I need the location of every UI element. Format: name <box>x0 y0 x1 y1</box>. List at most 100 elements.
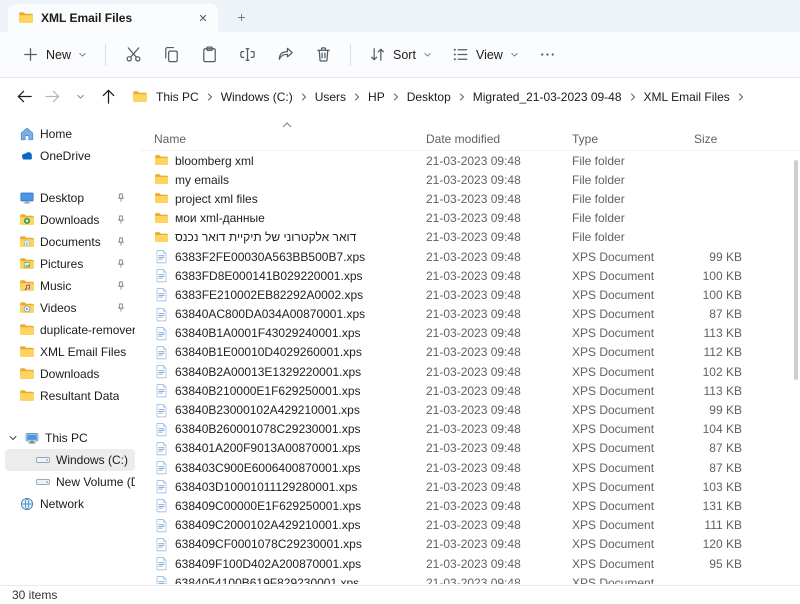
sidebar-item[interactable]: Network <box>5 493 135 515</box>
file-name: 63840B260001078C29230001.xps <box>175 422 361 436</box>
file-row[interactable]: 6383FD8E000141B029220001.xps21-03-2023 0… <box>140 266 800 285</box>
file-row[interactable]: 6383F2FE00030A563BB500B7.xps21-03-2023 0… <box>140 247 800 266</box>
paste-button[interactable] <box>191 38 227 72</box>
sidebar-item[interactable]: Desktop <box>5 187 135 209</box>
file-row[interactable]: 638403C900E6006400870001.xps21-03-2023 0… <box>140 458 800 477</box>
new-tab-button[interactable] <box>228 4 254 30</box>
delete-button[interactable] <box>305 38 341 72</box>
recent-locations-button[interactable] <box>66 83 94 111</box>
folder-icon <box>154 172 169 187</box>
breadcrumb-item[interactable]: Migrated_21-03-2023 09-48 <box>469 87 626 107</box>
file-row[interactable]: project xml files21-03-2023 09:48File fo… <box>140 189 800 208</box>
sidebar-item[interactable]: New Volume (D:) <box>5 471 135 493</box>
file-type: File folder <box>572 211 694 225</box>
xps-icon <box>154 518 169 533</box>
file-type: XPS Document <box>572 403 694 417</box>
column-headers: Name Date modified Type Size <box>140 128 800 151</box>
breadcrumb-item[interactable]: HP <box>364 87 389 107</box>
new-button[interactable]: New <box>12 38 97 71</box>
vertical-scrollbar[interactable] <box>794 160 798 380</box>
file-date-modified: 21-03-2023 09:48 <box>426 384 572 398</box>
downloads-icon <box>19 212 35 228</box>
file-row[interactable]: 63840B23000102A429210001.xps21-03-2023 0… <box>140 400 800 419</box>
file-list: bloomberg xml21-03-2023 09:48File folder… <box>140 151 800 584</box>
file-row[interactable]: bloomberg xml21-03-2023 09:48File folder <box>140 151 800 170</box>
file-type: XPS Document <box>572 250 694 264</box>
sort-ascending-indicator <box>280 119 294 129</box>
sort-button[interactable]: Sort <box>359 38 442 71</box>
chevron-down-icon[interactable] <box>7 432 19 444</box>
plus-icon <box>21 45 40 64</box>
file-row[interactable]: 63840B1A0001F43029240001.xps21-03-2023 0… <box>140 324 800 343</box>
file-row[interactable]: 638409C00000E1F629250001.xps21-03-2023 0… <box>140 496 800 515</box>
file-row[interactable]: 63840B2A00013E1329220001.xps21-03-2023 0… <box>140 362 800 381</box>
sidebar-item[interactable]: OneDrive <box>5 145 135 167</box>
file-type: XPS Document <box>572 307 694 321</box>
file-row[interactable]: 638409F100D402A200870001.xps21-03-2023 0… <box>140 554 800 573</box>
file-row[interactable]: 63840B210000E1F629250001.xps21-03-2023 0… <box>140 381 800 400</box>
back-button[interactable] <box>10 83 38 111</box>
file-type: XPS Document <box>572 422 694 436</box>
file-row[interactable]: 638409C2000102A429210001.xps21-03-2023 0… <box>140 516 800 535</box>
view-button[interactable]: View <box>442 38 529 71</box>
file-row[interactable]: 63840B1E00010D4029260001.xps21-03-2023 0… <box>140 343 800 362</box>
sidebar-item[interactable]: Music <box>5 275 135 297</box>
sidebar-item[interactable]: Pictures <box>5 253 135 275</box>
file-row[interactable]: 638409CF0001078C29230001.xps21-03-2023 0… <box>140 535 800 554</box>
column-header-type[interactable]: Type <box>572 132 694 146</box>
tab-close-icon[interactable]: ✕ <box>194 9 212 27</box>
sidebar-item-label: Music <box>40 279 71 293</box>
sidebar-item[interactable]: XML Email Files <box>5 341 135 363</box>
cut-button[interactable] <box>115 38 151 72</box>
status-bar: 30 items <box>0 585 800 604</box>
file-row[interactable]: 63840B260001078C29230001.xps21-03-2023 0… <box>140 420 800 439</box>
file-row[interactable]: 6384054100B619F829230001.xps21-03-2023 0… <box>140 573 800 584</box>
file-date-modified: 21-03-2023 09:48 <box>426 211 572 225</box>
forward-button[interactable] <box>38 83 66 111</box>
xps-icon <box>154 249 169 264</box>
view-icon <box>451 45 470 64</box>
column-header-name[interactable]: Name <box>154 132 426 146</box>
breadcrumb-item[interactable]: This PC <box>152 87 203 107</box>
file-type: XPS Document <box>572 288 694 302</box>
sidebar-item[interactable]: Videos <box>5 297 135 319</box>
view-button-label: View <box>476 48 503 62</box>
sidebar-item-label: duplicate-remover <box>40 323 135 337</box>
file-name: 63840B1E00010D4029260001.xps <box>175 345 362 359</box>
file-date-modified: 21-03-2023 09:48 <box>426 154 572 168</box>
file-row[interactable]: 63840AC800DA034A00870001.xps21-03-2023 0… <box>140 305 800 324</box>
sidebar-item-label: Downloads <box>40 213 99 227</box>
folder-icon <box>154 211 169 226</box>
file-row[interactable]: my emails21-03-2023 09:48File folder <box>140 170 800 189</box>
command-toolbar: New Sort View <box>0 32 800 78</box>
copy-button[interactable] <box>153 38 189 72</box>
rename-button[interactable] <box>229 38 265 72</box>
breadcrumb-item[interactable]: Windows (C:) <box>217 87 297 107</box>
file-size: 87 KB <box>694 441 768 455</box>
sidebar-item[interactable]: Downloads <box>5 363 135 385</box>
file-row[interactable]: 638401A200F9013A00870001.xps21-03-2023 0… <box>140 439 800 458</box>
column-header-size[interactable]: Size <box>694 132 768 146</box>
sidebar-item[interactable]: duplicate-remover <box>5 319 135 341</box>
tab-xml-email-files[interactable]: XML Email Files ✕ <box>8 4 218 32</box>
breadcrumb-item[interactable]: Users <box>311 87 350 107</box>
breadcrumb-item[interactable]: XML Email Files <box>640 87 734 107</box>
file-date-modified: 21-03-2023 09:48 <box>426 461 572 475</box>
up-button[interactable] <box>94 83 122 111</box>
file-row[interactable]: 638403D10001011129280001.xps21-03-2023 0… <box>140 477 800 496</box>
sidebar-item[interactable]: Home <box>5 123 135 145</box>
file-name: project xml files <box>175 192 258 206</box>
file-row[interactable]: דואר אלקטרוני של תיקיית דואר נכנס21-03-2… <box>140 228 800 247</box>
more-options-button[interactable] <box>530 38 566 72</box>
toolbar-separator <box>105 44 106 66</box>
file-row[interactable]: 6383FE210002EB82292A0002.xps21-03-2023 0… <box>140 285 800 304</box>
breadcrumb-item[interactable]: Desktop <box>403 87 455 107</box>
sidebar-item[interactable]: Documents <box>5 231 135 253</box>
column-header-date-modified[interactable]: Date modified <box>426 132 572 146</box>
file-row[interactable]: мои xml-данные21-03-2023 09:48File folde… <box>140 209 800 228</box>
sidebar-item[interactable]: This PC <box>5 427 135 449</box>
share-button[interactable] <box>267 38 303 72</box>
sidebar-item[interactable]: Downloads <box>5 209 135 231</box>
sidebar-item[interactable]: Resultant Data <box>5 385 135 407</box>
sidebar-item[interactable]: Windows (C:) <box>5 449 135 471</box>
